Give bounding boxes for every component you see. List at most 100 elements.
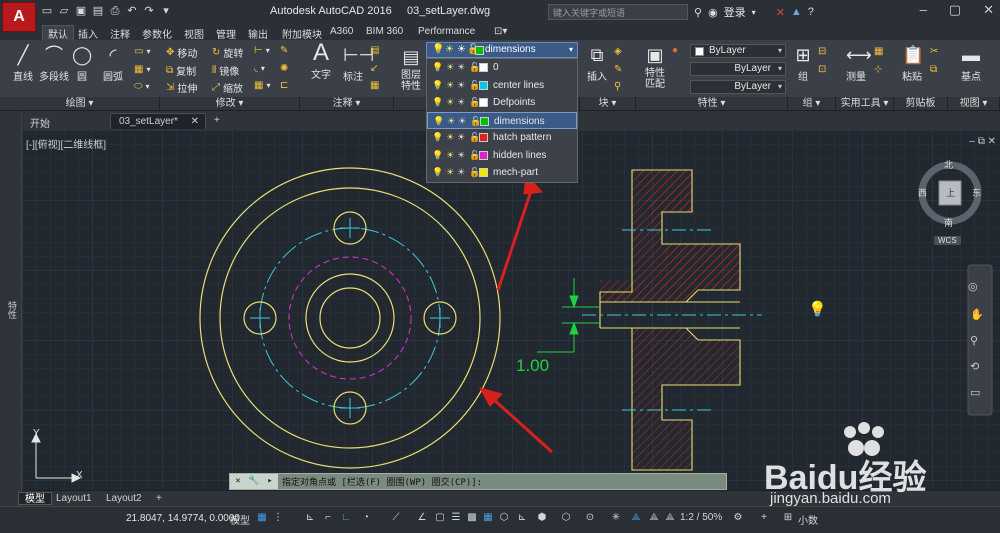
layer-item[interactable]: 💡 ☀ ☀ 🔓 Defpoints — [427, 94, 577, 112]
block-tools-1[interactable]: ◈ — [614, 46, 622, 57]
insert-block-button[interactable]: ⧉ 插入 — [582, 44, 612, 83]
plot-icon[interactable]: ⎙ — [108, 4, 122, 18]
showmotion-icon[interactable]: ▭ — [970, 386, 980, 399]
pan-icon[interactable]: ✋ — [970, 308, 984, 321]
annotation-plus-icon[interactable]: + — [758, 512, 770, 526]
move-button[interactable]: ✥ 移动 — [166, 45, 197, 60]
save-as-icon[interactable]: ▤ — [91, 4, 105, 18]
lineweight-combo[interactable]: ByLayer ▾ — [690, 80, 786, 94]
layer-item[interactable]: 💡 ☀ ☀ 🔓 0 — [427, 59, 577, 77]
copy-button[interactable]: ⧉ 复制 — [166, 63, 196, 78]
help-icon[interactable]: ? — [808, 6, 814, 18]
array-button[interactable]: ▦ ▾ — [254, 80, 270, 91]
gizmo-icon[interactable]: ⬡ — [560, 512, 572, 526]
object-snap-tracking-icon[interactable]: ∠ — [416, 512, 428, 526]
new-file-icon[interactable]: ▭ — [40, 4, 54, 18]
text-button[interactable]: A 文字 — [306, 41, 336, 82]
layer-item[interactable]: 💡 ☀ ☀ 🔓 dimensions — [427, 111, 577, 130]
group-tools-1[interactable]: ⊟ — [818, 46, 826, 57]
lineweight-icon[interactable]: ☰ — [450, 512, 462, 526]
circle-button[interactable]: ◯ 圆 — [70, 44, 94, 83]
modify-extra-2[interactable]: ✺ — [280, 63, 288, 74]
recent-commands-icon[interactable]: ▸ — [262, 474, 278, 489]
viewcube-south[interactable]: 南 — [944, 216, 953, 229]
properties-palette-strip[interactable]: 特性 — [0, 111, 22, 491]
annotation-group-label[interactable]: 注释 ▾ — [300, 97, 394, 110]
tab-performance[interactable]: Performance — [418, 26, 475, 37]
stretch-button[interactable]: ⇲ 拉伸 — [166, 80, 197, 95]
dynamic-ucs-icon[interactable]: ⊾ — [516, 512, 528, 526]
layer-freeze-icon[interactable]: ☀ — [447, 113, 455, 130]
tab-output[interactable]: 输出 — [248, 26, 268, 41]
layer-on-icon[interactable]: 💡 — [432, 94, 443, 111]
view-group-label[interactable]: 视图 ▾ — [948, 97, 1000, 110]
steering-wheel-icon[interactable]: ◎ — [968, 280, 978, 293]
annotation-visibility-icon[interactable]: ⊙ — [584, 512, 596, 526]
tab-annotate[interactable]: 注释 — [110, 26, 130, 41]
layer-item[interactable]: 💡 ☀ ☀ 🔓 hatch pattern — [427, 129, 577, 147]
layer-dropdown[interactable]: 💡 ☀ ☀ 🔓 dimensions ▾ 💡 ☀ ☀ 🔓 0 💡 ☀ ☀ 🔓 center lin… — [426, 42, 578, 183]
annotation-tools-1[interactable]: ▤ — [370, 45, 379, 56]
layer-color-swatch[interactable] — [479, 63, 488, 72]
block-tools-3[interactable]: ⚲ — [614, 81, 621, 92]
selection-filter-icon[interactable]: ⬢ — [536, 512, 548, 526]
doc-tab-current[interactable]: 03_setLayer* ✕ — [110, 113, 206, 129]
exchange-icon[interactable]: ✕ — [776, 6, 785, 19]
draw-group-label[interactable]: 绘图 ▾ — [0, 97, 160, 110]
zoom-icon[interactable]: ⚲ — [970, 334, 978, 347]
user-icon[interactable]: ◉ — [708, 6, 718, 19]
3d-osnap-icon[interactable]: ⬡ — [498, 512, 510, 526]
block-group-label[interactable]: 块 ▾ — [580, 97, 636, 110]
layer-vp-freeze-icon[interactable]: ☀ — [457, 147, 465, 164]
units-selector[interactable]: 小数 — [798, 512, 818, 527]
layer-color-swatch[interactable] — [479, 80, 488, 90]
line-button[interactable]: ╱ 直线 — [8, 44, 38, 83]
paste-button[interactable]: 📋 粘贴 — [898, 44, 926, 83]
coordinate-readout[interactable]: 21.8047, 14.9774, 0.0000 — [126, 513, 240, 524]
annotation-scale[interactable]: 1:2 / 50% — [680, 512, 722, 523]
dimension-button[interactable]: ⊢⊣ 标注 — [338, 44, 374, 83]
maximize-icon[interactable]: ▢ — [949, 2, 961, 18]
tab-a360[interactable]: A360 — [330, 26, 353, 37]
modify-extra-1[interactable]: ✎ — [280, 45, 288, 56]
redo-icon[interactable]: ↷ — [142, 4, 156, 18]
snap-icon[interactable]: ⋮ — [272, 512, 284, 526]
viewcube-north[interactable]: 北 — [944, 158, 953, 171]
viewcube-west[interactable]: 西 — [918, 186, 927, 199]
close-icon[interactable]: ✕ — [191, 116, 199, 127]
modify-group-label[interactable]: 修改 ▾ — [160, 97, 300, 110]
tab-default[interactable]: 默认 — [42, 25, 74, 41]
layer-color-swatch[interactable] — [479, 98, 488, 107]
login-dropdown-icon[interactable]: ▾ — [752, 8, 756, 17]
polyline-button[interactable]: ⌒ 多段线 — [38, 44, 70, 83]
doc-tab-start[interactable]: 开始 — [22, 113, 58, 130]
layer-vp-freeze-icon[interactable]: ☀ — [457, 94, 465, 111]
layer-vp-freeze-icon[interactable]: ☀ — [457, 77, 465, 94]
annotation-tools-3[interactable]: ▦ — [370, 80, 379, 91]
layer-on-icon[interactable]: 💡 — [432, 164, 443, 181]
rotate-button[interactable]: ↻ 旋转 — [212, 45, 243, 60]
layer-color-swatch[interactable] — [479, 150, 488, 160]
layer-item[interactable]: 💡 ☀ ☀ 🔓 hidden lines — [427, 147, 577, 165]
viewcube-east[interactable]: 东 — [972, 186, 981, 199]
ribbon-minimize-icon[interactable]: ⊡▾ — [494, 26, 507, 37]
modify-extra-3[interactable]: ⊏ — [280, 80, 288, 91]
mirror-button[interactable]: ⫴ 镜像 — [212, 63, 239, 78]
dimension-text[interactable]: 1.00 — [516, 356, 549, 376]
trim-button[interactable]: ⊢ ▾ — [254, 45, 270, 56]
wcs-menu[interactable]: WCS — [934, 236, 961, 245]
group-tools-2[interactable]: ⊡ — [818, 64, 826, 75]
block-tools-2[interactable]: ✎ — [614, 64, 622, 75]
add-layout-button[interactable]: + — [150, 492, 168, 505]
layer-item[interactable]: 💡 ☀ ☀ 🔓 mech-part — [427, 164, 577, 182]
layer-freeze-icon[interactable]: ☀ — [446, 129, 454, 146]
layer-item[interactable]: 💡 ☀ ☀ 🔓 center lines — [427, 77, 577, 95]
layer-on-icon[interactable]: 💡 — [433, 113, 444, 130]
utility-tools-2[interactable]: ⊹ — [874, 64, 882, 75]
search-input[interactable]: 键入关键字或短语 — [548, 4, 688, 20]
viewcube-top-face[interactable]: 上 — [946, 186, 955, 199]
polar-tracking-icon[interactable]: ◔ — [360, 512, 372, 526]
command-line[interactable]: ✕ 🔧 ▸ 指定对角点或 [栏选(F) 圈围(WP) 圈交(CP)]: — [229, 473, 727, 490]
orbit-icon[interactable]: ⟲ — [970, 360, 979, 373]
utilities-group-label[interactable]: 实用工具 ▾ — [836, 97, 894, 110]
